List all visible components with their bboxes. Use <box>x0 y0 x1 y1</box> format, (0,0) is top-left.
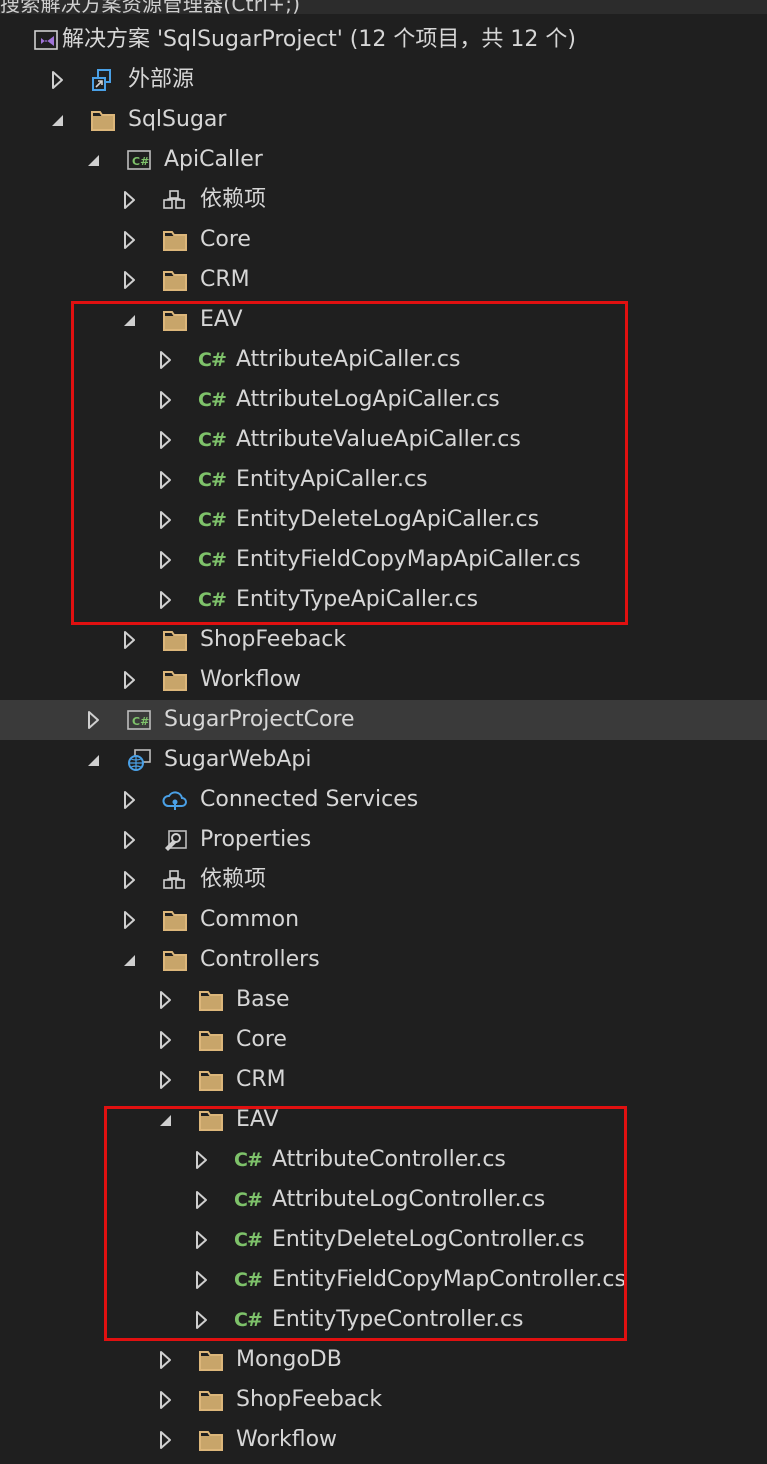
tree-node-label: SugarWebApi <box>164 747 312 772</box>
solution-icon <box>34 28 60 52</box>
tree-node-properties[interactable]: Properties <box>0 820 767 860</box>
collapse-arrow-icon[interactable] <box>86 149 102 171</box>
tree-node-common[interactable]: Common <box>0 900 767 940</box>
tree-node-sqlsugarproject-12-12[interactable]: 解决方案 'SqlSugarProject' (12 个项目，共 12 个) <box>0 20 767 60</box>
tree-node-sqlsugar[interactable]: SqlSugar <box>0 100 767 140</box>
folder-icon <box>162 628 188 652</box>
tree-node-workflow[interactable]: Workflow <box>0 660 767 700</box>
tree-node-label: ShopFeeback <box>200 627 347 652</box>
folder-icon <box>162 668 188 692</box>
tree-node-label: ShopFeeback <box>236 1387 383 1412</box>
tree-node-controllers[interactable]: Controllers <box>0 940 767 980</box>
svg-text:C#: C# <box>132 715 149 728</box>
folder-icon <box>162 228 188 252</box>
folder-icon <box>198 1348 224 1372</box>
folder-icon <box>198 1428 224 1452</box>
web-project-icon <box>126 748 152 772</box>
svg-text:C#: C# <box>132 155 149 168</box>
tree-node-mongodb[interactable]: MongoDB <box>0 1340 767 1380</box>
tree-node-base[interactable]: Base <box>0 980 767 1020</box>
tree-node-[interactable]: 外部源 <box>0 60 767 100</box>
expand-arrow-icon[interactable] <box>158 1429 174 1451</box>
connected-services-icon <box>162 788 188 812</box>
tree-node-label: MongoDB <box>236 1347 342 1372</box>
dependencies-icon <box>162 868 188 892</box>
expand-arrow-icon[interactable] <box>158 1389 174 1411</box>
tree-node-[interactable]: 依赖项 <box>0 860 767 900</box>
folder-icon <box>198 988 224 1012</box>
tree-node-label: SqlSugar <box>128 107 227 132</box>
tree-node-shopfeeback[interactable]: ShopFeeback <box>0 1380 767 1420</box>
folder-icon <box>162 268 188 292</box>
tree-node-core[interactable]: Core <box>0 220 767 260</box>
expand-arrow-icon[interactable] <box>122 669 138 691</box>
expand-arrow-icon[interactable] <box>122 829 138 851</box>
tree-node-label: 外部源 <box>128 67 195 92</box>
tree-node-apicaller[interactable]: C# ApiCaller <box>0 140 767 180</box>
expand-arrow-icon[interactable] <box>122 189 138 211</box>
external-sources-icon <box>90 68 116 92</box>
tree-node-label: Base <box>236 987 290 1012</box>
tree-node-crm[interactable]: CRM <box>0 1060 767 1100</box>
tree-node-connected-services[interactable]: Connected Services <box>0 780 767 820</box>
tree-node-workflow[interactable]: Workflow <box>0 1420 767 1460</box>
collapse-arrow-icon[interactable] <box>122 949 138 971</box>
window-title: 搜索解决方案资源管理器(Ctrl+;) <box>0 0 301 14</box>
tree-node-label: SugarProjectCore <box>164 707 355 732</box>
tree-node-label: Controllers <box>200 947 320 972</box>
tree-node-label: 依赖项 <box>200 187 267 212</box>
csharp-project-icon: C# <box>126 708 152 732</box>
expand-arrow-icon[interactable] <box>158 989 174 1011</box>
tree-node-label: Workflow <box>200 667 302 692</box>
expand-arrow-icon[interactable] <box>122 909 138 931</box>
tree-node-label: CRM <box>200 267 250 292</box>
tree-node-crm[interactable]: CRM <box>0 260 767 300</box>
tree-node-label: Workflow <box>236 1427 338 1452</box>
collapse-arrow-icon[interactable] <box>50 109 66 131</box>
folder-icon <box>162 908 188 932</box>
tree-node-label: CRM <box>236 1067 286 1092</box>
folder-icon <box>198 1028 224 1052</box>
expand-arrow-icon[interactable] <box>122 789 138 811</box>
expand-arrow-icon[interactable] <box>86 709 102 731</box>
folder-icon <box>198 1068 224 1092</box>
highlight-box-controllers-eav <box>104 1106 627 1341</box>
dependencies-icon <box>162 188 188 212</box>
tree-node-shopfeeback[interactable]: ShopFeeback <box>0 620 767 660</box>
highlight-box-apicaller-eav <box>71 301 628 625</box>
tree-node-label: Core <box>236 1027 287 1052</box>
expand-arrow-icon[interactable] <box>122 269 138 291</box>
tree-node-core[interactable]: Core <box>0 1020 767 1060</box>
tree-node-label: Common <box>200 907 300 932</box>
collapse-arrow-icon[interactable] <box>86 749 102 771</box>
expand-arrow-icon[interactable] <box>158 1069 174 1091</box>
expand-arrow-icon[interactable] <box>50 69 66 91</box>
tree-node-[interactable]: 依赖项 <box>0 180 767 220</box>
folder-icon <box>198 1388 224 1412</box>
tree-node-label: 依赖项 <box>200 867 267 892</box>
tree-node-sugarwebapi[interactable]: SugarWebApi <box>0 740 767 780</box>
tree-node-label: ApiCaller <box>164 147 263 172</box>
tree-node-label: Core <box>200 227 251 252</box>
tree-node-label: 解决方案 'SqlSugarProject' (12 个项目，共 12 个) <box>62 27 576 52</box>
expand-arrow-icon[interactable] <box>122 629 138 651</box>
folder-icon <box>90 108 116 132</box>
csharp-project-icon: C# <box>126 148 152 172</box>
properties-icon <box>162 828 188 852</box>
title-bar: 搜索解决方案资源管理器(Ctrl+;) <box>0 0 767 14</box>
tree-node-label: Properties <box>200 827 312 852</box>
expand-arrow-icon[interactable] <box>122 229 138 251</box>
expand-arrow-icon[interactable] <box>158 1349 174 1371</box>
folder-icon <box>162 948 188 972</box>
tree-node-label: Connected Services <box>200 787 419 812</box>
tree-node-sugarprojectcore[interactable]: C# SugarProjectCore <box>0 700 767 740</box>
expand-arrow-icon[interactable] <box>122 869 138 891</box>
expand-arrow-icon[interactable] <box>158 1029 174 1051</box>
